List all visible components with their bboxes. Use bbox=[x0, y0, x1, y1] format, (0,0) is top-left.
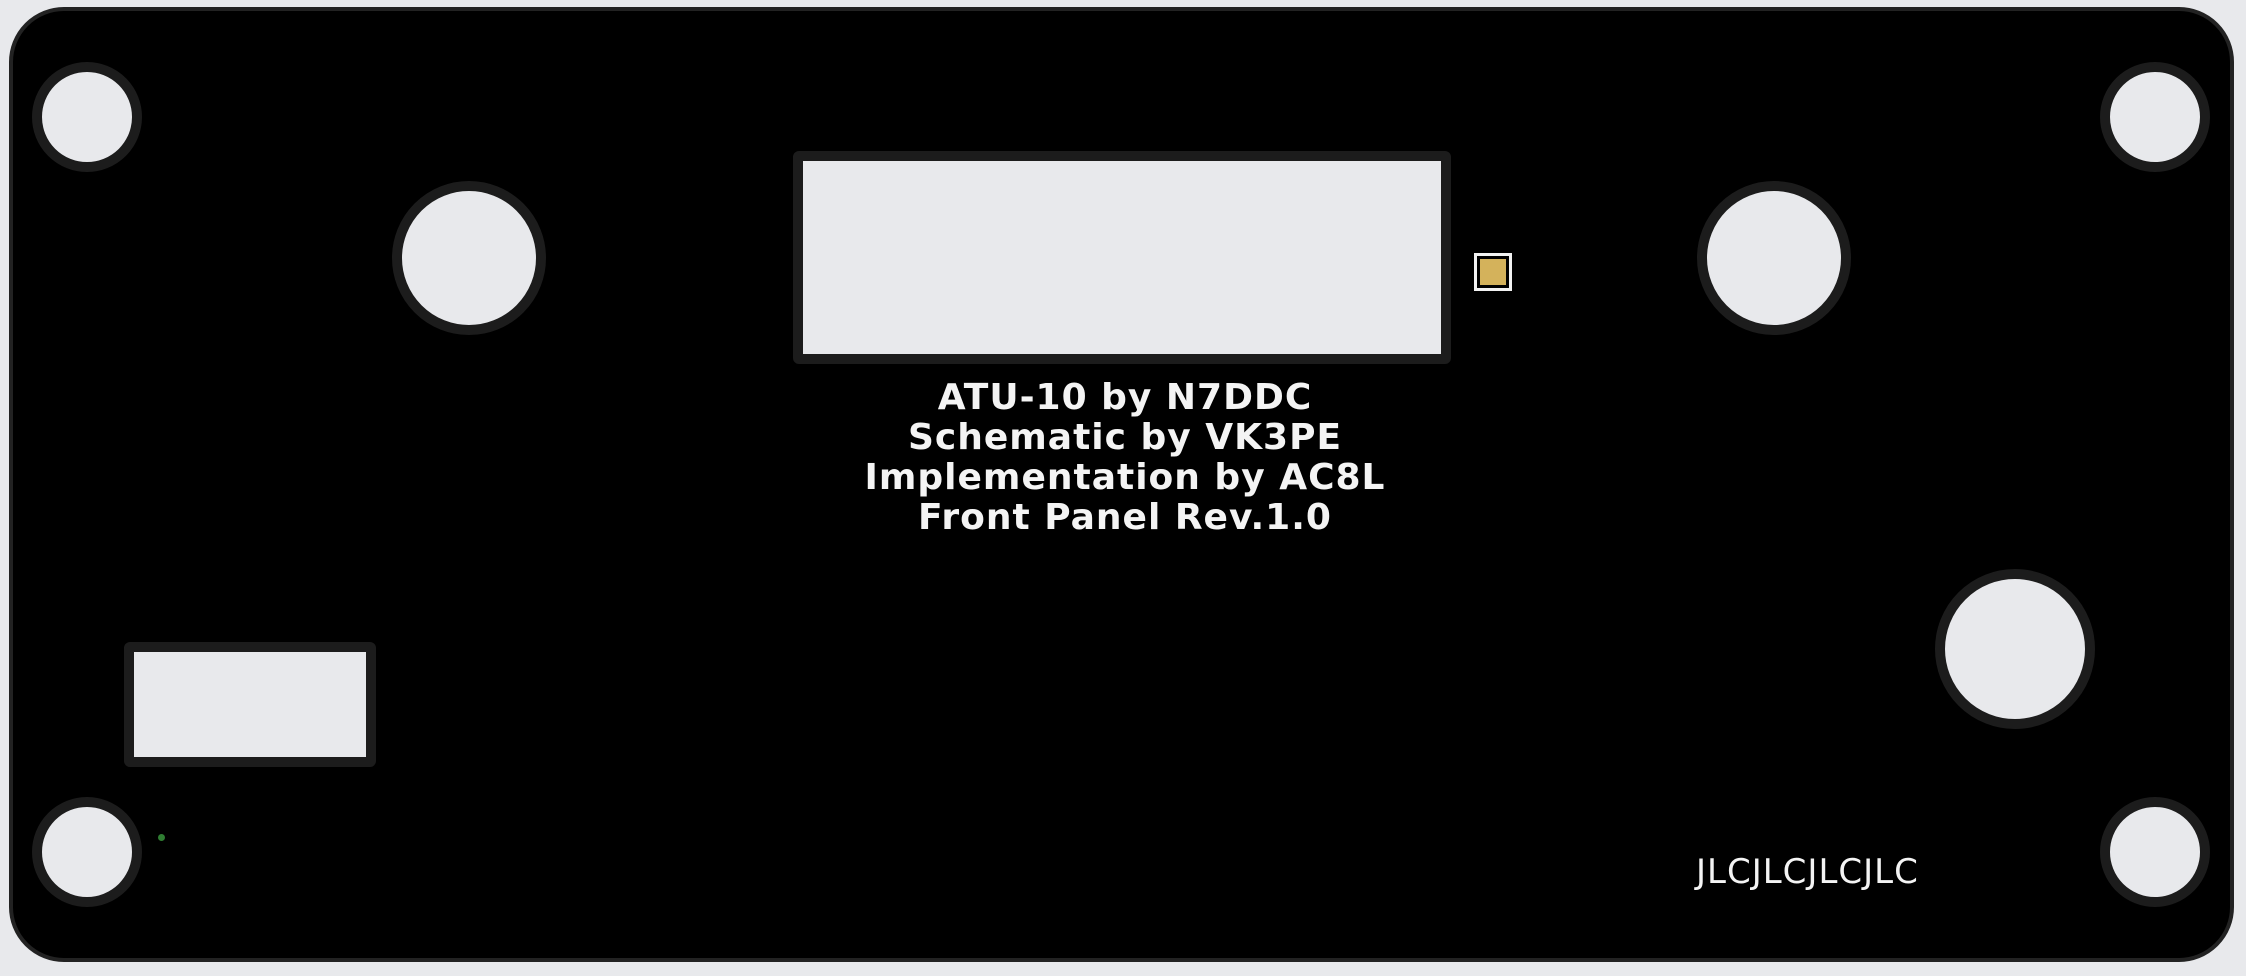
silkscreen-line-schematic: Schematic by VK3PE bbox=[907, 417, 1343, 458]
solder-pad bbox=[1474, 253, 1512, 291]
jlc-order-marking: JLCJLCJLCJLC bbox=[1696, 852, 1919, 892]
silkscreen-line-title: ATU-10 by N7DDC bbox=[937, 377, 1313, 418]
knob-hole-left bbox=[392, 181, 546, 335]
mounting-hole-top-left bbox=[32, 62, 142, 172]
silkscreen-line-revision: Front Panel Rev.1.0 bbox=[918, 497, 1332, 538]
mounting-hole-top-right bbox=[2100, 62, 2210, 172]
knob-hole-right bbox=[1697, 181, 1851, 335]
pcb-render-canvas: ATU-10 by N7DDC Schematic by VK3PE Imple… bbox=[0, 0, 2246, 976]
connector-hole-lower-right bbox=[1935, 569, 2095, 729]
mounting-hole-bottom-right bbox=[2100, 797, 2210, 907]
display-cutout bbox=[793, 151, 1451, 364]
switch-cutout bbox=[124, 642, 376, 767]
silkscreen-line-implementation: Implementation by AC8L bbox=[864, 457, 1386, 498]
via-marker bbox=[158, 834, 165, 841]
silkscreen-credits: ATU-10 by N7DDC Schematic by VK3PE Imple… bbox=[790, 378, 1460, 538]
mounting-hole-bottom-left bbox=[32, 797, 142, 907]
